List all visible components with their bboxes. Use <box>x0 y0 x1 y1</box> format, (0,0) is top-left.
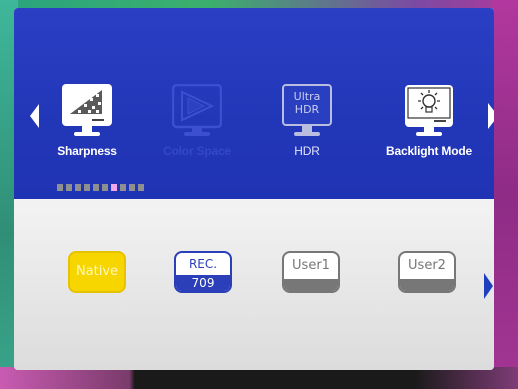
menu-item-label: Sharpness <box>57 144 117 158</box>
option-native-label: Native <box>75 264 119 279</box>
option-user2-bar <box>400 279 454 291</box>
ultra-hdr-text-line1: Ultra <box>293 90 321 103</box>
option-user1[interactable]: User1 <box>282 251 340 293</box>
option-native[interactable]: Native <box>68 251 126 293</box>
option-rec709[interactable]: REC. 709 <box>174 251 232 293</box>
option-user2[interactable]: User2 <box>398 251 456 293</box>
option-rec709-label-bottom: 709 <box>176 275 230 291</box>
page-dot-active <box>111 184 117 191</box>
page-dot <box>93 184 99 191</box>
menu-item-color-space[interactable]: Color Space <box>149 84 245 158</box>
page-dot <box>84 184 90 191</box>
menu-item-label: Color Space <box>163 144 231 158</box>
ultra-hdr-icon: Ultra HDR <box>282 84 332 138</box>
sharpness-icon <box>62 84 112 138</box>
option-user2-label: User2 <box>408 258 446 273</box>
bezel-right <box>492 0 518 389</box>
color-space-icon <box>172 84 222 138</box>
page-dot <box>138 184 144 191</box>
menu-item-backlight-mode[interactable]: Backlight Mode <box>377 84 481 158</box>
page-indicator <box>57 184 144 191</box>
page-dot <box>129 184 135 191</box>
menu-item-hdr[interactable]: Ultra HDR HDR <box>259 84 355 158</box>
option-user1-label: User1 <box>292 258 330 273</box>
osd-screen: Sharpness Color Space Ultra HDR HDR Back… <box>14 8 494 370</box>
page-dot <box>66 184 72 191</box>
menu-item-label: Backlight Mode <box>386 144 472 158</box>
scroll-left-arrow-icon[interactable] <box>30 104 39 128</box>
ultra-hdr-text-line2: HDR <box>294 103 320 116</box>
option-user1-bar <box>284 279 338 291</box>
page-dot <box>120 184 126 191</box>
menu-item-sharpness[interactable]: Sharpness <box>39 84 135 158</box>
option-rec709-label-top: REC. <box>188 257 218 271</box>
menu-item-label: HDR <box>294 144 320 158</box>
page-dot <box>102 184 108 191</box>
bezel-bottom <box>0 367 518 389</box>
menu-panel: Sharpness Color Space Ultra HDR HDR Back… <box>14 8 494 199</box>
scroll-right-arrow-icon[interactable] <box>488 103 494 129</box>
backlight-bulb-icon <box>404 84 454 138</box>
options-next-arrow-icon[interactable] <box>484 273 493 299</box>
page-dot <box>57 184 63 191</box>
page-dot <box>75 184 81 191</box>
